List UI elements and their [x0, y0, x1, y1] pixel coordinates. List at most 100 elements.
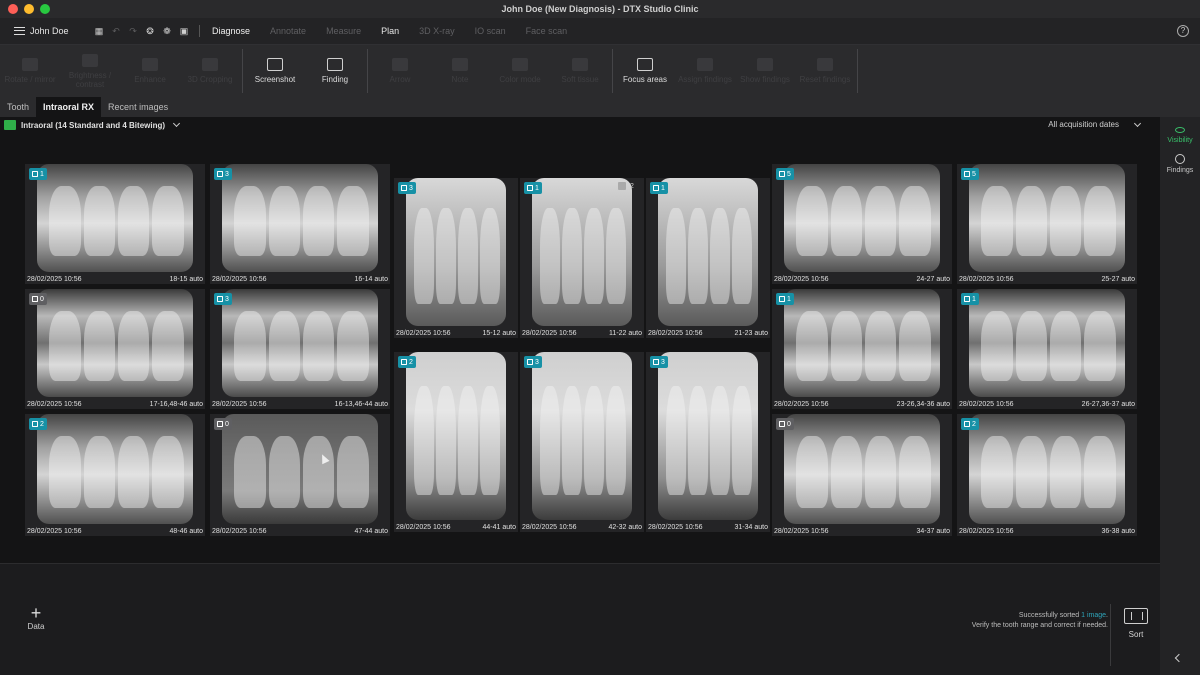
tab-face-scan[interactable]: Face scan [526, 26, 568, 36]
redo-icon[interactable]: ↷ [128, 26, 138, 36]
xray-image[interactable] [784, 414, 940, 524]
tool-screenshot[interactable]: Screenshot [245, 45, 305, 97]
findings-count-badge[interactable]: 5 [776, 168, 794, 180]
xray-image-tile[interactable]: 2 28/02/2025 10:56 48-46 auto [25, 414, 205, 536]
xray-image[interactable] [532, 352, 632, 520]
tab-recent-images[interactable]: Recent images [101, 97, 175, 117]
xray-image-tile[interactable]: 1 28/02/2025 10:56 18-15 auto [25, 164, 205, 284]
xray-image-tile[interactable]: 3 28/02/2025 10:56 16-13,46-44 auto [210, 289, 390, 409]
xray-image[interactable] [37, 289, 193, 397]
findings-count-badge[interactable]: 3 [650, 356, 668, 368]
tool-finding[interactable]: Finding [305, 45, 365, 97]
xray-image-tile[interactable]: 3 28/02/2025 10:56 31-34 auto [646, 352, 770, 532]
xray-image[interactable] [784, 164, 940, 272]
xray-image[interactable] [658, 178, 758, 326]
tool-rotate-mirror[interactable]: Rotate / mirror [0, 45, 60, 97]
xray-image[interactable] [784, 289, 940, 397]
maximize-window-button[interactable] [40, 4, 50, 14]
minimize-window-button[interactable] [24, 4, 34, 14]
findings-button[interactable]: Findings [1160, 154, 1200, 174]
tool-arrow[interactable]: Arrow [370, 45, 430, 97]
acquisition-date-filter[interactable]: All acquisition dates [1048, 119, 1142, 129]
tab-3d-x-ray[interactable]: 3D X-ray [419, 26, 455, 36]
xray-image-tile[interactable]: 1 28/02/2025 10:56 21-23 auto [646, 178, 770, 338]
xray-image[interactable] [969, 414, 1125, 524]
xray-image[interactable] [406, 178, 506, 326]
xray-image[interactable] [37, 414, 193, 524]
xray-image-tile[interactable]: 3 28/02/2025 10:56 42-32 auto [520, 352, 644, 532]
tool-assign-findings[interactable]: Assign findings [675, 45, 735, 97]
tool-show-findings[interactable]: Show findings [735, 45, 795, 97]
tool-3d-cropping[interactable]: 3D Cropping [180, 45, 240, 97]
findings-count-badge[interactable]: 0 [29, 293, 47, 305]
xray-image-tile[interactable]: 0 28/02/2025 10:56 47-44 auto [210, 414, 390, 536]
network-icon[interactable]: ❂ [145, 26, 155, 36]
tool-enhance[interactable]: Enhance [120, 45, 180, 97]
findings-count-badge[interactable]: 1 [776, 293, 794, 305]
visibility-button[interactable]: Visibility [1160, 127, 1200, 144]
user-menu[interactable]: John Doe [14, 26, 84, 36]
display-icon[interactable]: ▣ [179, 26, 189, 36]
tooth-shape [796, 185, 828, 256]
xray-image[interactable] [222, 289, 378, 397]
tab-plan[interactable]: Plan [381, 26, 399, 36]
findings-count-badge[interactable]: 3 [524, 356, 542, 368]
tool-note[interactable]: Note [430, 45, 490, 97]
save-icon[interactable]: ▦ [94, 26, 104, 36]
xray-image-tile[interactable]: 3 28/02/2025 10:56 15-12 auto [394, 178, 518, 338]
xray-image[interactable] [532, 178, 632, 326]
sort-button[interactable]: Sort [1122, 608, 1150, 639]
xray-image-tile[interactable]: 1 28/02/2025 10:56 26-27,36-37 auto [957, 289, 1137, 409]
tool-brightness-contrast[interactable]: Brightness / contrast [60, 45, 120, 97]
xray-image[interactable] [222, 414, 378, 524]
findings-count-badge[interactable]: 2 [398, 356, 416, 368]
settings-icon[interactable]: ❁ [162, 26, 172, 36]
findings-count-badge[interactable]: 2 [961, 418, 979, 430]
tool-reset-findings[interactable]: Reset findings [795, 45, 855, 97]
findings-count-badge[interactable]: 1 [650, 182, 668, 194]
add-data-button[interactable]: + Data [25, 604, 47, 631]
xray-image[interactable] [222, 164, 378, 272]
xray-image-tile[interactable]: 5 28/02/2025 10:56 25-27 auto [957, 164, 1137, 284]
xray-image[interactable] [37, 164, 193, 272]
tab-io-scan[interactable]: IO scan [475, 26, 506, 36]
tab-intraoral-rx[interactable]: Intraoral RX [36, 97, 102, 117]
finding-icon [779, 296, 785, 302]
xray-image[interactable] [969, 289, 1125, 397]
tab-measure[interactable]: Measure [326, 26, 361, 36]
xray-image[interactable] [406, 352, 506, 520]
close-window-button[interactable] [8, 4, 18, 14]
findings-count-badge[interactable]: 1 [29, 168, 47, 180]
xray-image-tile[interactable]: 1 28/02/2025 10:56 23-26,34-36 auto [772, 289, 952, 409]
xray-image-tile[interactable]: 2 28/02/2025 10:56 36-38 auto [957, 414, 1137, 536]
findings-count-badge[interactable]: 3 [214, 168, 232, 180]
xray-image-tile[interactable]: 0 28/02/2025 10:56 17-16,48-46 auto [25, 289, 205, 409]
xray-image-tile[interactable]: 3 28/02/2025 10:56 16-14 auto [210, 164, 390, 284]
image-stack-indicator[interactable]: 2 [618, 182, 634, 190]
xray-image-tile[interactable]: 5 28/02/2025 10:56 24-27 auto [772, 164, 952, 284]
findings-count-badge[interactable]: 3 [398, 182, 416, 194]
collapse-panel-icon[interactable] [1174, 653, 1184, 663]
xray-image[interactable] [658, 352, 758, 520]
xray-image-tile[interactable]: 2 28/02/2025 10:56 44-41 auto [394, 352, 518, 532]
findings-count-badge[interactable]: 1 [524, 182, 542, 194]
findings-count-badge[interactable]: 0 [214, 418, 232, 430]
help-icon[interactable]: ? [1177, 25, 1189, 37]
series-filter[interactable]: Intraoral (14 Standard and 4 Bitewing) [4, 119, 181, 130]
tool-soft-tissue[interactable]: Soft tissue [550, 45, 610, 97]
tab-tooth[interactable]: Tooth [0, 97, 36, 117]
xray-image-tile[interactable]: 1 2 28/02/2025 10:56 11-22 auto [520, 178, 644, 338]
xray-image[interactable] [969, 164, 1125, 272]
tool-color-mode[interactable]: Color mode [490, 45, 550, 97]
findings-count-badge[interactable]: 1 [961, 293, 979, 305]
findings-count-badge[interactable]: 2 [29, 418, 47, 430]
tab-annotate[interactable]: Annotate [270, 26, 306, 36]
xray-image-tile[interactable]: 0 28/02/2025 10:56 34-37 auto [772, 414, 952, 536]
hamburger-menu-icon[interactable] [14, 27, 25, 35]
tool-focus-areas[interactable]: Focus areas [615, 45, 675, 97]
findings-count-badge[interactable]: 0 [776, 418, 794, 430]
tab-diagnose[interactable]: Diagnose [212, 26, 250, 36]
findings-count-badge[interactable]: 5 [961, 168, 979, 180]
undo-icon[interactable]: ↶ [111, 26, 121, 36]
findings-count-badge[interactable]: 3 [214, 293, 232, 305]
